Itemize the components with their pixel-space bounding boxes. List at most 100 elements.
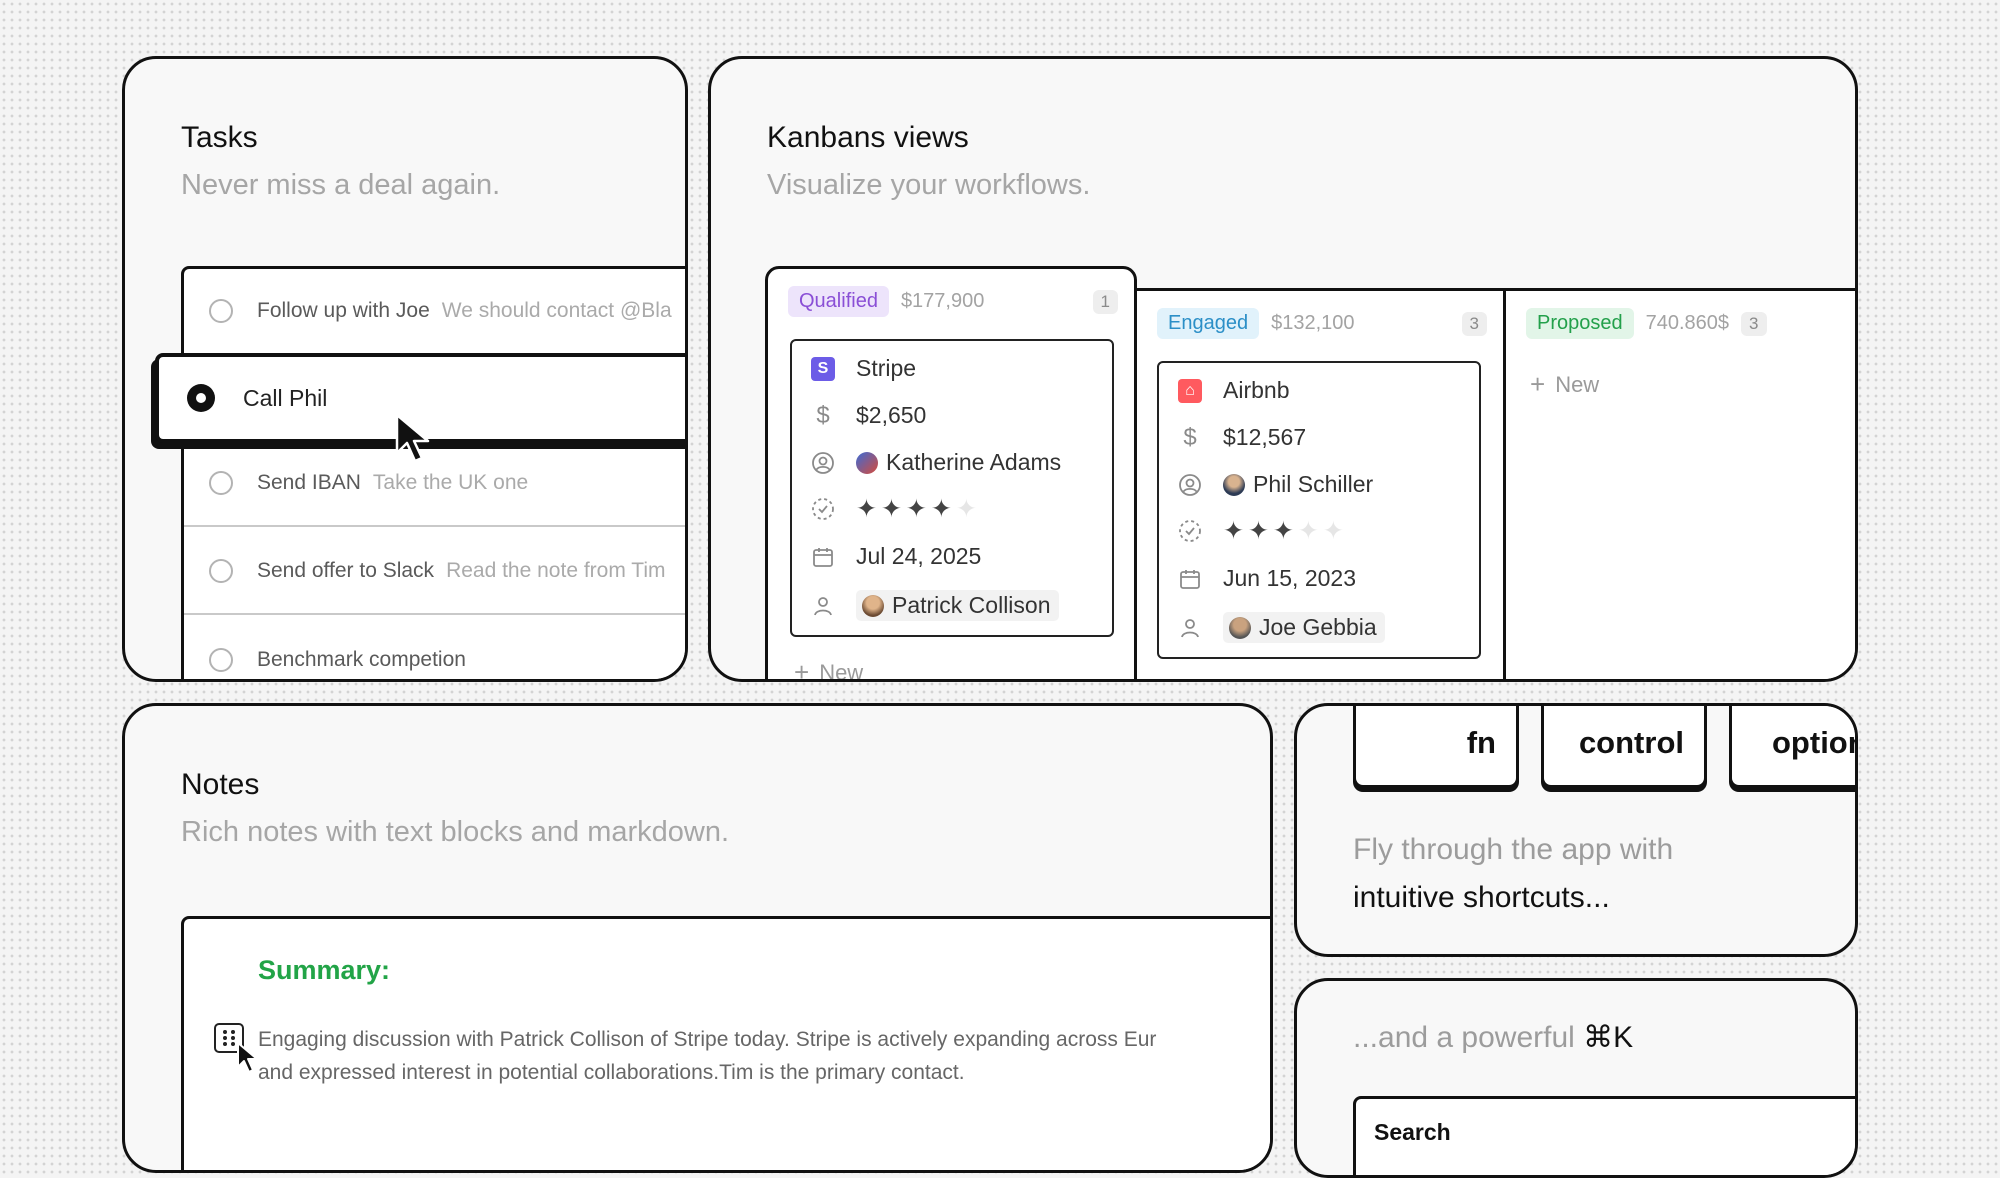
key-label: option (1772, 724, 1858, 760)
deal-owner-row: Katherine Adams (810, 449, 1061, 476)
deal-owner: Phil Schiller (1253, 471, 1374, 497)
tasks-title: Tasks (181, 121, 258, 154)
command-shortcut: ⌘K (1583, 1021, 1634, 1054)
task-note: Read the note from Tim (446, 559, 666, 582)
column-amount: $132,100 (1271, 312, 1355, 334)
kanban-subtitle: Visualize your workflows. (767, 169, 1091, 201)
star-icon: ✦ (930, 494, 952, 523)
task-note: Take the UK one (372, 471, 529, 494)
deal-value: $2,650 (856, 402, 927, 428)
airbnb-logo-icon: ⌂ (1177, 378, 1203, 404)
deal-contact-row: Patrick Collison (810, 590, 1059, 621)
column-amount: 740.860$ (1645, 312, 1730, 334)
deal-value: $12,567 (1223, 424, 1307, 450)
star-icon: ✦ (905, 494, 927, 523)
deal-card[interactable]: S Stripe $ $2,650 Katherine Adams ✦ ✦ ✦ … (790, 339, 1114, 637)
deal-company-row: S Stripe (810, 355, 916, 382)
column-count: 3 (1741, 311, 1767, 336)
deal-company: Airbnb (1223, 377, 1290, 403)
stripe-logo-icon: S (810, 356, 836, 382)
note-paragraph: Engaging discussion with Patrick Colliso… (258, 1023, 1270, 1089)
note-heading: Summary: (258, 955, 391, 985)
deal-value-row: $ $2,650 (810, 402, 926, 429)
dollar-icon: $ (816, 401, 830, 429)
deal-owner: Katherine Adams (886, 449, 1062, 475)
notes-subtitle: Rich notes with text blocks and markdown… (181, 816, 730, 848)
plus-icon: + (1530, 369, 1546, 399)
note-line: Engaging discussion with Patrick Colliso… (258, 1028, 1157, 1051)
user-circle-icon (1177, 472, 1203, 498)
add-deal-label: New (819, 659, 864, 682)
kanban-card: Kanbans views Visualize your workflows. … (708, 56, 1858, 682)
column-header: Proposed 740.860$ 3 (1526, 308, 1767, 339)
stage-badge: Proposed (1526, 308, 1634, 339)
contact-chip[interactable]: Patrick Collison (856, 590, 1059, 621)
cursor-arrow-icon (395, 413, 430, 463)
key-control: control (1541, 706, 1707, 788)
column-amount: $177,900 (900, 290, 985, 312)
kanban-column-qualified: Qualified $177,900 1 S Stripe $ $2,650 K… (765, 266, 1137, 682)
avatar (1229, 616, 1251, 639)
task-row[interactable]: Benchmark competion (184, 617, 685, 679)
search-label: Search (1374, 1119, 1451, 1145)
task-checkbox[interactable] (209, 471, 233, 495)
deal-date-row: Jul 24, 2025 (810, 543, 981, 570)
kanban-column-engaged: Engaged $132,100 3 ⌂ Airbnb $ $12,567 Ph… (1134, 288, 1506, 679)
calendar-icon (1177, 566, 1203, 592)
star-rating[interactable]: ✦ ✦ ✦ ✦ ✦ (856, 494, 977, 523)
task-row[interactable]: Send offer to Slack Read the note from T… (184, 529, 685, 615)
person-icon (1177, 615, 1203, 641)
task-checkbox-checked[interactable] (187, 384, 215, 412)
deal-company-row: ⌂ Airbnb (1177, 377, 1289, 404)
plus-icon: + (794, 657, 810, 682)
command-card: ...and a powerful ⌘K Search (1294, 978, 1858, 1178)
deal-rating-row: ✦ ✦ ✦ ✦ ✦ (810, 496, 977, 522)
dollar-icon: $ (1183, 423, 1197, 451)
shortcuts-card: fn control option Fly through the app wi… (1294, 703, 1858, 957)
star-icon: ✦ (1297, 516, 1319, 545)
task-title: Send IBAN (257, 471, 361, 494)
task-title: Follow up with Joe (257, 299, 430, 322)
deal-date: Jun 15, 2023 (1223, 565, 1357, 591)
avatar (856, 451, 878, 474)
star-icon: ✦ (1247, 516, 1269, 545)
deal-company: Stripe (856, 355, 917, 381)
cursor-arrow-icon (237, 1042, 258, 1073)
notes-title: Notes (181, 768, 260, 801)
command-search[interactable]: Search (1353, 1096, 1855, 1175)
calendar-icon (810, 544, 836, 570)
add-deal-button[interactable]: + New (1530, 369, 1599, 400)
task-checkbox[interactable] (209, 648, 233, 672)
progress-circle-icon (1177, 518, 1203, 544)
stage-badge: Engaged (1157, 308, 1260, 339)
tasks-subtitle: Never miss a deal again. (181, 169, 501, 201)
task-row[interactable]: Send IBAN Take the UK one (184, 441, 685, 527)
command-text: ...and a powerful (1353, 1021, 1575, 1054)
contact-chip[interactable]: Joe Gebbia (1223, 612, 1385, 643)
stage-badge: Qualified (788, 286, 889, 317)
deal-contact: Joe Gebbia (1259, 614, 1377, 640)
key-label: control (1578, 724, 1684, 760)
deal-contact-row: Joe Gebbia (1177, 612, 1385, 643)
note-editor[interactable]: Summary: Engaging discussion with Patric… (181, 916, 1270, 1170)
notes-card: Notes Rich notes with text blocks and ma… (122, 703, 1273, 1173)
column-header: Engaged $132,100 3 (1157, 308, 1487, 339)
column-count: 3 (1461, 311, 1487, 336)
task-checkbox[interactable] (209, 559, 233, 583)
avatar (862, 594, 884, 617)
task-list: Follow up with Joe We should contact @Bl… (181, 266, 685, 679)
progress-circle-icon (810, 496, 836, 522)
column-count: 1 (1092, 289, 1118, 314)
add-deal-button[interactable]: + New (794, 657, 864, 682)
command-heading: ...and a powerful ⌘K (1353, 1020, 1633, 1055)
deal-value-row: $ $12,567 (1177, 424, 1306, 451)
key-label: fn (1466, 724, 1496, 760)
star-rating[interactable]: ✦ ✦ ✦ ✦ ✦ (1223, 516, 1344, 545)
task-row[interactable]: Follow up with Joe We should contact @Bl… (184, 269, 685, 355)
deal-card[interactable]: ⌂ Airbnb $ $12,567 Phil Schiller ✦ ✦ ✦ ✦… (1157, 361, 1481, 659)
star-icon: ✦ (1223, 516, 1244, 545)
deal-contact: Patrick Collison (892, 592, 1051, 618)
deal-date: Jul 24, 2025 (856, 543, 982, 569)
task-checkbox[interactable] (209, 299, 233, 323)
task-title: Benchmark competion (257, 648, 466, 671)
